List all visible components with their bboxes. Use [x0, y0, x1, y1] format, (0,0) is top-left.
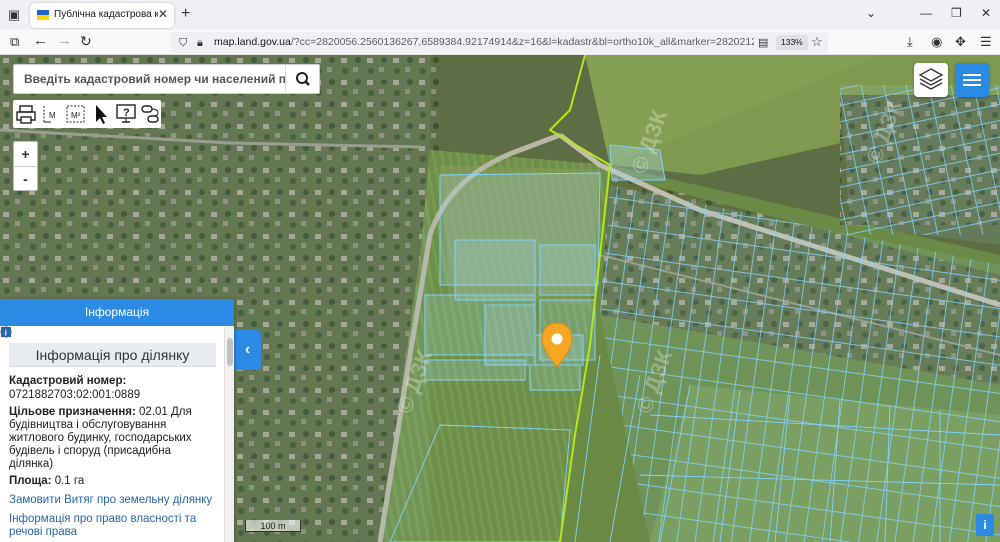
hamburger-icon — [963, 74, 981, 76]
svg-text:M²: M² — [71, 111, 81, 120]
info-panel: Інформація Інформація про ділянку Кадаст… — [0, 299, 234, 542]
search-box — [13, 64, 320, 94]
svg-text:i: i — [5, 329, 7, 338]
cadastral-search-input[interactable] — [14, 65, 286, 93]
minimize-icon[interactable]: — — [920, 6, 932, 20]
cursor-icon[interactable] — [89, 102, 113, 126]
tab-list-icon[interactable]: ▣ — [6, 7, 22, 23]
purpose-field: Цільове призначення: 02.01 Для будівницт… — [9, 406, 216, 471]
close-tab-icon[interactable]: ✕ — [158, 7, 168, 21]
panel-body: Інформація про ділянку Кадастровий номер… — [0, 326, 224, 542]
extensions-icon[interactable]: ✥ — [955, 34, 966, 50]
scale-bar: 100 m — [245, 520, 301, 532]
panel-scrollbar[interactable] — [224, 326, 234, 542]
cadastral-map[interactable]: © ДЗК © ДЗК © ДЗК © ДЗК M M² — [0, 55, 1000, 542]
forward-icon[interactable]: → — [57, 33, 72, 49]
browser-nav-bar: ⧉ ← → ↻ ⛉ 🔒︎ map.land.gov.ua/?cc=2820056… — [0, 30, 1000, 55]
ukraine-flag-icon — [37, 10, 49, 20]
ownership-info-link[interactable]: i Інформація про право власності та речов… — [0, 326, 216, 539]
map-toolbar: M M² ? — [13, 100, 161, 128]
back-icon[interactable]: ← — [33, 33, 48, 49]
search-button[interactable] — [285, 65, 319, 93]
chevron-down-icon[interactable]: ⌄ — [866, 6, 876, 20]
svg-text:?: ? — [123, 107, 130, 119]
measure-area-icon[interactable]: M² — [64, 102, 88, 126]
main-menu-button[interactable] — [955, 63, 989, 97]
layers-icon — [918, 68, 944, 90]
info-button[interactable]: i — [976, 514, 994, 536]
bookmark-star-icon[interactable]: ☆ — [811, 34, 823, 50]
svg-text:M: M — [49, 111, 56, 120]
scrollbar-thumb[interactable] — [227, 338, 233, 366]
help-monitor-icon[interactable]: ? — [114, 102, 138, 126]
zoom-control: + - — [13, 141, 38, 191]
download-icon[interactable]: ⤓ — [907, 34, 913, 50]
shield-icon[interactable]: ⛉ — [179, 35, 187, 51]
area-value: 0.1 га — [54, 475, 85, 487]
collapse-panel-button[interactable]: ‹ — [234, 330, 261, 370]
app-menu-icon[interactable]: ☰ — [980, 34, 992, 50]
search-icon — [296, 72, 310, 86]
cadastral-number-value: 0721882703:02:001:0889 — [9, 389, 141, 401]
restore-icon[interactable]: ❐ — [951, 6, 962, 20]
browser-tab[interactable]: Публічна кадастрова карта Ук ✕ — [30, 3, 174, 28]
cadastral-number-label: Кадастровий номер: — [9, 375, 127, 387]
new-tab-icon[interactable]: + — [181, 5, 190, 23]
zoom-out-button[interactable]: - — [14, 166, 37, 190]
url-text[interactable]: map.land.gov.ua/?cc=2820056.2560136267,6… — [214, 36, 754, 48]
printer-icon[interactable] — [14, 102, 38, 126]
reader-view-icon[interactable]: ▤ — [758, 35, 768, 51]
extension-icon[interactable]: ⧉ — [10, 34, 19, 50]
measure-distance-icon[interactable]: M — [39, 102, 63, 126]
cadastral-number-field: Кадастровий номер: 0721882703:02:001:088… — [9, 375, 216, 402]
info-circle-icon: i — [0, 326, 12, 338]
area-label: Площа: — [9, 475, 52, 487]
lock-icon[interactable]: 🔒︎ — [197, 35, 203, 51]
browser-tab-bar: ▣ Публічна кадастрова карта Ук ✕ + ⌄ — ❐… — [0, 0, 1000, 30]
route-icon[interactable] — [138, 102, 162, 126]
area-field: Площа: 0.1 га — [9, 475, 216, 488]
zoom-in-button[interactable]: + — [14, 142, 37, 166]
zoom-level-badge[interactable]: 133% — [776, 35, 808, 50]
section-title: Інформація про ділянку — [9, 343, 216, 367]
panel-header: Інформація — [0, 299, 234, 326]
order-extract-link[interactable]: Замовити Витяг про земельну ділянку — [1, 327, 216, 507]
layers-button[interactable] — [914, 63, 948, 97]
reload-icon[interactable]: ↻ — [80, 33, 92, 49]
purpose-label: Цільове призначення: — [9, 406, 136, 418]
url-bar[interactable]: ⛉ 🔒︎ map.land.gov.ua/?cc=2820056.2560136… — [170, 32, 828, 53]
tab-title: Публічна кадастрова карта Ук — [54, 9, 158, 20]
account-icon[interactable]: ◉ — [931, 34, 942, 50]
close-window-icon[interactable]: ✕ — [981, 6, 991, 20]
